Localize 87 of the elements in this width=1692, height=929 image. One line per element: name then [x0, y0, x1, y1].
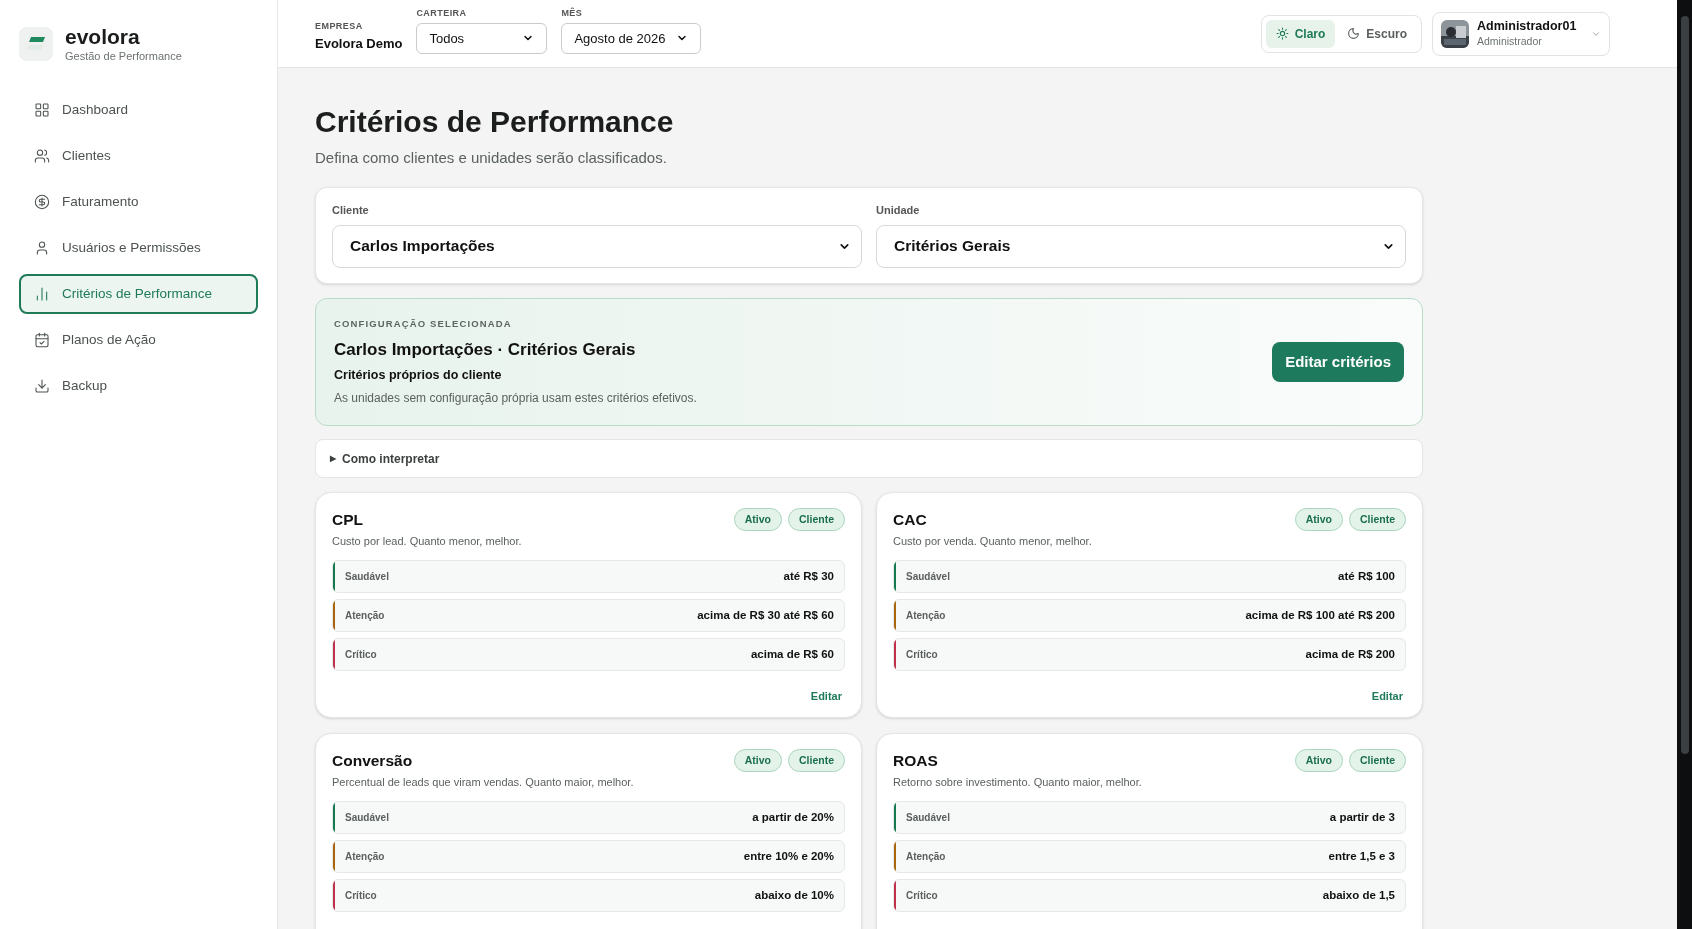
page-title: Critérios de Performance	[315, 104, 675, 140]
sidebar-item[interactable]: Dashboard	[19, 90, 258, 130]
field-label: EMPRESA	[315, 20, 364, 33]
threshold-value: entre 10% e 20%	[743, 848, 834, 864]
threshold-label: Saudável	[905, 569, 950, 584]
status-badge: Ativo	[1294, 508, 1343, 531]
calendar-icon	[34, 332, 50, 348]
field-label: Unidade	[876, 203, 921, 218]
threshold-value: abaixo de 10%	[754, 887, 834, 903]
status-badge: Ativo	[1294, 749, 1343, 772]
disclosure-marker: ▶	[330, 452, 336, 465]
disclosure-label: Como interpretar	[342, 450, 440, 468]
portfolio-select[interactable]: Todos	[416, 22, 548, 54]
threshold-value: acima de R$ 60	[750, 646, 834, 662]
users-icon	[34, 148, 50, 164]
user-role: Administrador	[1477, 34, 1543, 48]
sidebar-item[interactable]: Faturamento	[19, 182, 258, 222]
filter-select[interactable]: Carlos Importações	[332, 224, 862, 268]
sun-icon	[1275, 27, 1289, 40]
threshold-label: Crítico	[344, 888, 377, 903]
dollar-icon	[34, 194, 50, 210]
metric-description: Retorno sobre investimento. Quanto maior, melhor.	[893, 775, 1142, 791]
threshold-label: Crítico	[344, 647, 377, 662]
edit-link[interactable]: Editar	[1371, 687, 1403, 705]
threshold-label: Crítico	[905, 888, 938, 903]
field-label: MÊS	[561, 7, 584, 21]
threshold-label: Saudável	[344, 569, 389, 584]
threshold-value: abaixo de 1,5	[1322, 887, 1395, 903]
threshold-label: Atenção	[905, 849, 946, 864]
threshold-label: Saudável	[344, 810, 389, 825]
metric-description: Custo por venda. Quanto menor, melhor.	[893, 534, 1092, 550]
disclosure[interactable]: ▶ Como interpretar	[315, 439, 1423, 478]
threshold-label: Saudável	[905, 810, 950, 825]
threshold-value: até R$ 100	[1338, 568, 1395, 584]
page-subtitle: Defina como clientes e unidades serão classificados.	[315, 147, 668, 168]
threshold-value: até R$ 30	[783, 568, 834, 584]
threshold-value: a partir de 3	[1329, 809, 1395, 825]
status-badge: Cliente	[788, 508, 845, 531]
threshold-label: Atenção	[905, 608, 946, 623]
filter-select[interactable]: Critérios Gerais	[876, 224, 1406, 268]
sidebar-item[interactable]: Planos de Ação	[19, 320, 258, 360]
threshold-value: acima de R$ 100 até R$ 200	[1245, 607, 1395, 623]
bar-chart-icon	[34, 286, 50, 302]
threshold-value: acima de R$ 30 até R$ 60	[697, 607, 834, 623]
user-menu[interactable]: Administrador01 Administrador	[1432, 11, 1610, 56]
sidebar-item[interactable]: Usuários e Permissões	[19, 228, 258, 268]
moon-icon	[1347, 27, 1361, 40]
metric-title: CAC	[893, 510, 928, 530]
theme-toggle[interactable]: Claro	[1265, 19, 1336, 48]
threshold-label: Atenção	[344, 849, 385, 864]
threshold-value: acima de R$ 200	[1305, 646, 1395, 662]
brand-name: evolora	[65, 24, 141, 50]
section-eyebrow: CONFIGURAÇÃO SELECIONADA	[334, 316, 513, 331]
metric-title: CPL	[332, 510, 364, 530]
grid-icon	[34, 102, 50, 118]
metric-title: ROAS	[893, 751, 939, 771]
config-subtitle: Critérios próprios do cliente	[334, 367, 503, 385]
brand-tagline: Gestão de Performance	[65, 50, 182, 64]
user-icon	[34, 240, 50, 256]
status-badge: Ativo	[733, 508, 782, 531]
field-label: Cliente	[332, 203, 370, 218]
status-badge: Cliente	[1349, 749, 1406, 772]
field-label: CARTEIRA	[416, 7, 468, 21]
sidebar-item[interactable]: Backup	[19, 366, 258, 406]
month-select[interactable]: Agosto de 2026	[561, 22, 702, 54]
status-badge: Ativo	[733, 749, 782, 772]
logo-icon	[19, 27, 53, 61]
metric-description: Percentual de leads que viram vendas. Quanto maior, melhor.	[332, 775, 634, 791]
threshold-label: Atenção	[344, 608, 385, 623]
metric-description: Custo por lead. Quanto menor, melhor.	[332, 534, 522, 550]
threshold-value: entre 1,5 e 3	[1328, 848, 1395, 864]
threshold-label: Crítico	[905, 647, 938, 662]
threshold-value: a partir de 20%	[752, 809, 834, 825]
sidebar-item[interactable]: Critérios de Performance	[19, 274, 258, 314]
edit-criteria-button[interactable]: Editar critérios	[1272, 341, 1404, 382]
status-badge: Cliente	[788, 749, 845, 772]
status-badge: Cliente	[1349, 508, 1406, 531]
config-title: Carlos Importações · Critérios Gerais	[334, 338, 637, 361]
metric-title: Conversão	[332, 751, 414, 771]
theme-toggle[interactable]: Escuro	[1337, 19, 1417, 48]
download-icon	[34, 378, 50, 394]
user-name: Administrador01	[1477, 19, 1578, 35]
company-name: Evolora Demo	[315, 34, 403, 53]
edit-link[interactable]: Editar	[810, 687, 842, 705]
sidebar-item[interactable]: Clientes	[19, 136, 258, 176]
config-note: As unidades sem configuração própria usam estes critérios efetivos.	[334, 390, 698, 407]
scrollbar-thumb[interactable]	[1680, 16, 1689, 754]
